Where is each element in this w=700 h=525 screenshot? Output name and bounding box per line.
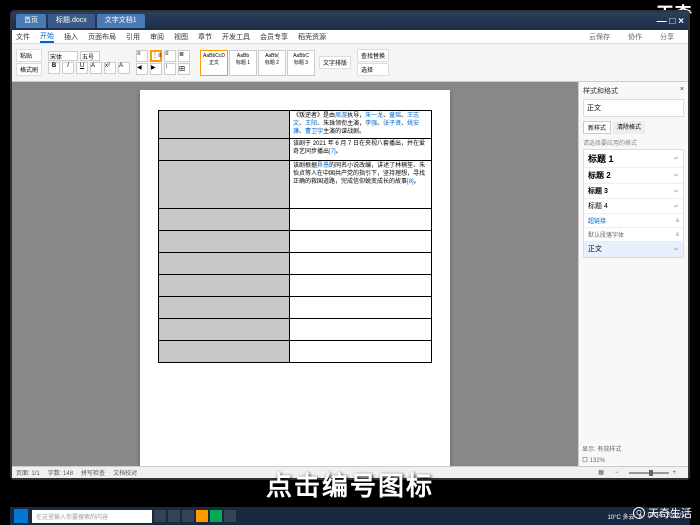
style-item-h3[interactable]: 标题 3↵: [584, 184, 683, 199]
current-style-box[interactable]: 正文: [583, 99, 684, 117]
title-bar: 首页 标题.docx 文字文档1 — □ ×: [12, 12, 688, 30]
panel-close-icon[interactable]: ×: [680, 86, 684, 96]
paste-button[interactable]: 粘贴: [16, 49, 42, 62]
super-button[interactable]: x²: [104, 62, 116, 74]
watermark: Q 天奇生活: [633, 505, 692, 521]
style-item-default[interactable]: 默认段落字体a: [584, 228, 683, 242]
menu-insert[interactable]: 插入: [64, 32, 78, 42]
font-select[interactable]: [48, 51, 78, 61]
watermark-icon: Q: [633, 507, 645, 519]
share-button[interactable]: 分享: [660, 32, 674, 42]
taskbar-search[interactable]: 在这里输入你要搜索的内容: [32, 510, 152, 523]
cell-r3c2[interactable]: 该剧根据畀愚的同名小说改编，讲述了林楠笙、朱怡贞等人在中国共产党的指引下，坚持理…: [290, 161, 432, 209]
menu-chapter[interactable]: 章节: [198, 32, 212, 42]
style-item-h1[interactable]: 标题 1↵: [584, 150, 683, 168]
doc-table[interactable]: 《叛逆者》是由周游执导，朱一龙、童瑶、王志文、王阳、朱珠领衔主演，李强、张子贤、…: [158, 110, 432, 363]
taskbar-app-icon[interactable]: [168, 510, 180, 522]
style-body[interactable]: AaBbCcD正文: [200, 50, 228, 76]
bullet-button[interactable]: ≡: [136, 50, 148, 62]
document-canvas[interactable]: 《叛逆者》是由周游执导，朱一龙、童瑶、王志文、王阳、朱珠领衔主演，李强、张子贤、…: [12, 82, 578, 466]
panel-hint: 请选择要应用的格式: [583, 138, 684, 147]
start-button[interactable]: [14, 509, 28, 523]
align-center-button[interactable]: ≣: [178, 50, 190, 62]
coop-button[interactable]: 协作: [628, 32, 642, 42]
monitor-frame: 首页 标题.docx 文字文档1 — □ × 文件 开始 插入 页面布局 引用 …: [10, 10, 690, 480]
panel-title: 样式和格式: [583, 86, 618, 96]
tab-doc1[interactable]: 标题.docx: [48, 14, 95, 28]
style-item-link[interactable]: 超链接a: [584, 214, 683, 228]
ribbon-toolbar: 粘贴 格式刷 B I U A x² A ≡ ⋮≡ ≡ ≣: [12, 44, 688, 82]
window-controls[interactable]: — □ ×: [657, 16, 684, 27]
menu-member[interactable]: 会员专享: [260, 32, 288, 42]
size-select[interactable]: [80, 51, 100, 61]
clear-format-tab[interactable]: 清除格式: [613, 121, 645, 134]
line-spacing-button[interactable]: ↕: [164, 63, 176, 75]
numbering-button[interactable]: ⋮≡: [150, 50, 162, 62]
strike-button[interactable]: A: [90, 62, 102, 74]
style-item-h4[interactable]: 标题 4↵: [584, 199, 683, 214]
text-tool-button[interactable]: 文字排版: [319, 56, 351, 69]
taskbar-app-icon[interactable]: [182, 510, 194, 522]
style-item-h2[interactable]: 标题 2↵: [584, 168, 683, 184]
color-button[interactable]: A: [118, 62, 130, 74]
format-painter-button[interactable]: 格式刷: [16, 63, 42, 76]
cell-r1c2[interactable]: 《叛逆者》是由周游执导，朱一龙、童瑶、王志文、王阳、朱珠领衔主演，李强、张子贤、…: [290, 111, 432, 139]
style-h2[interactable]: AaBb(标题 2: [258, 50, 286, 76]
windows-taskbar: 在这里输入你要搜索的内容 10°C 多云 ∧ 10:34 2022/1/: [10, 507, 690, 525]
menu-dev[interactable]: 开发工具: [222, 32, 250, 42]
menu-ref[interactable]: 引用: [126, 32, 140, 42]
select-button[interactable]: 选择: [357, 63, 389, 76]
style-h1[interactable]: AaBb标题 1: [229, 50, 257, 76]
style-list: 标题 1↵ 标题 2↵ 标题 3↵ 标题 4↵ 超链接a 默认段落字体a 正文↵: [583, 149, 684, 258]
style-item-body[interactable]: 正文↵: [584, 242, 683, 257]
new-style-tab[interactable]: 新样式: [583, 121, 611, 134]
tab-home[interactable]: 首页: [16, 14, 46, 28]
cloud-save-button[interactable]: 云保存: [589, 32, 610, 42]
underline-button[interactable]: U: [76, 62, 88, 74]
italic-button[interactable]: I: [62, 62, 74, 74]
menu-addon[interactable]: 稻壳资源: [298, 32, 326, 42]
bold-button[interactable]: B: [48, 62, 60, 74]
menu-page[interactable]: 页面布局: [88, 32, 116, 42]
indent-inc-button[interactable]: ▶: [150, 63, 162, 75]
border-button[interactable]: 田: [178, 63, 190, 75]
menu-view[interactable]: 视图: [174, 32, 188, 42]
menu-bar: 文件 开始 插入 页面布局 引用 审阅 视图 章节 开发工具 会员专享 稻壳资源…: [12, 30, 688, 44]
find-button[interactable]: 查找替换: [357, 49, 389, 62]
weather-widget[interactable]: 10°C 多云: [607, 512, 634, 521]
menu-file[interactable]: 文件: [16, 32, 30, 42]
cell-r2c2[interactable]: 该剧于 2021 年 6 月 7 日在央视八套播出，并在爱奇艺同步播出[7]。: [290, 139, 432, 161]
tab-doc2[interactable]: 文字文档1: [97, 14, 145, 28]
taskbar-app-icon[interactable]: [154, 510, 166, 522]
video-caption: 点击编号图标: [0, 466, 700, 503]
show-filter[interactable]: 显示: 有效样式: [582, 444, 684, 453]
page: 《叛逆者》是由周游执导，朱一龙、童瑶、王志文、王阳、朱珠领衔主演，李强、张子贤、…: [140, 90, 450, 466]
align-left-button[interactable]: ≡: [164, 50, 176, 62]
taskbar-app-icon[interactable]: [196, 510, 208, 522]
style-gallery: AaBbCcD正文 AaBb标题 1 AaBb(标题 2 AaBbC标题 3: [200, 50, 315, 76]
style-h3[interactable]: AaBbC标题 3: [287, 50, 315, 76]
zoom-indicator: 口 132%: [582, 455, 684, 464]
indent-dec-button[interactable]: ◀: [136, 63, 148, 75]
taskbar-app-icon[interactable]: [224, 510, 236, 522]
menu-start[interactable]: 开始: [40, 31, 54, 43]
menu-review[interactable]: 审阅: [150, 32, 164, 42]
styles-panel: 样式和格式 × 正文 新样式 清除格式 请选择要应用的格式 标题 1↵ 标题 2↵…: [578, 82, 688, 466]
taskbar-app-icon[interactable]: [210, 510, 222, 522]
